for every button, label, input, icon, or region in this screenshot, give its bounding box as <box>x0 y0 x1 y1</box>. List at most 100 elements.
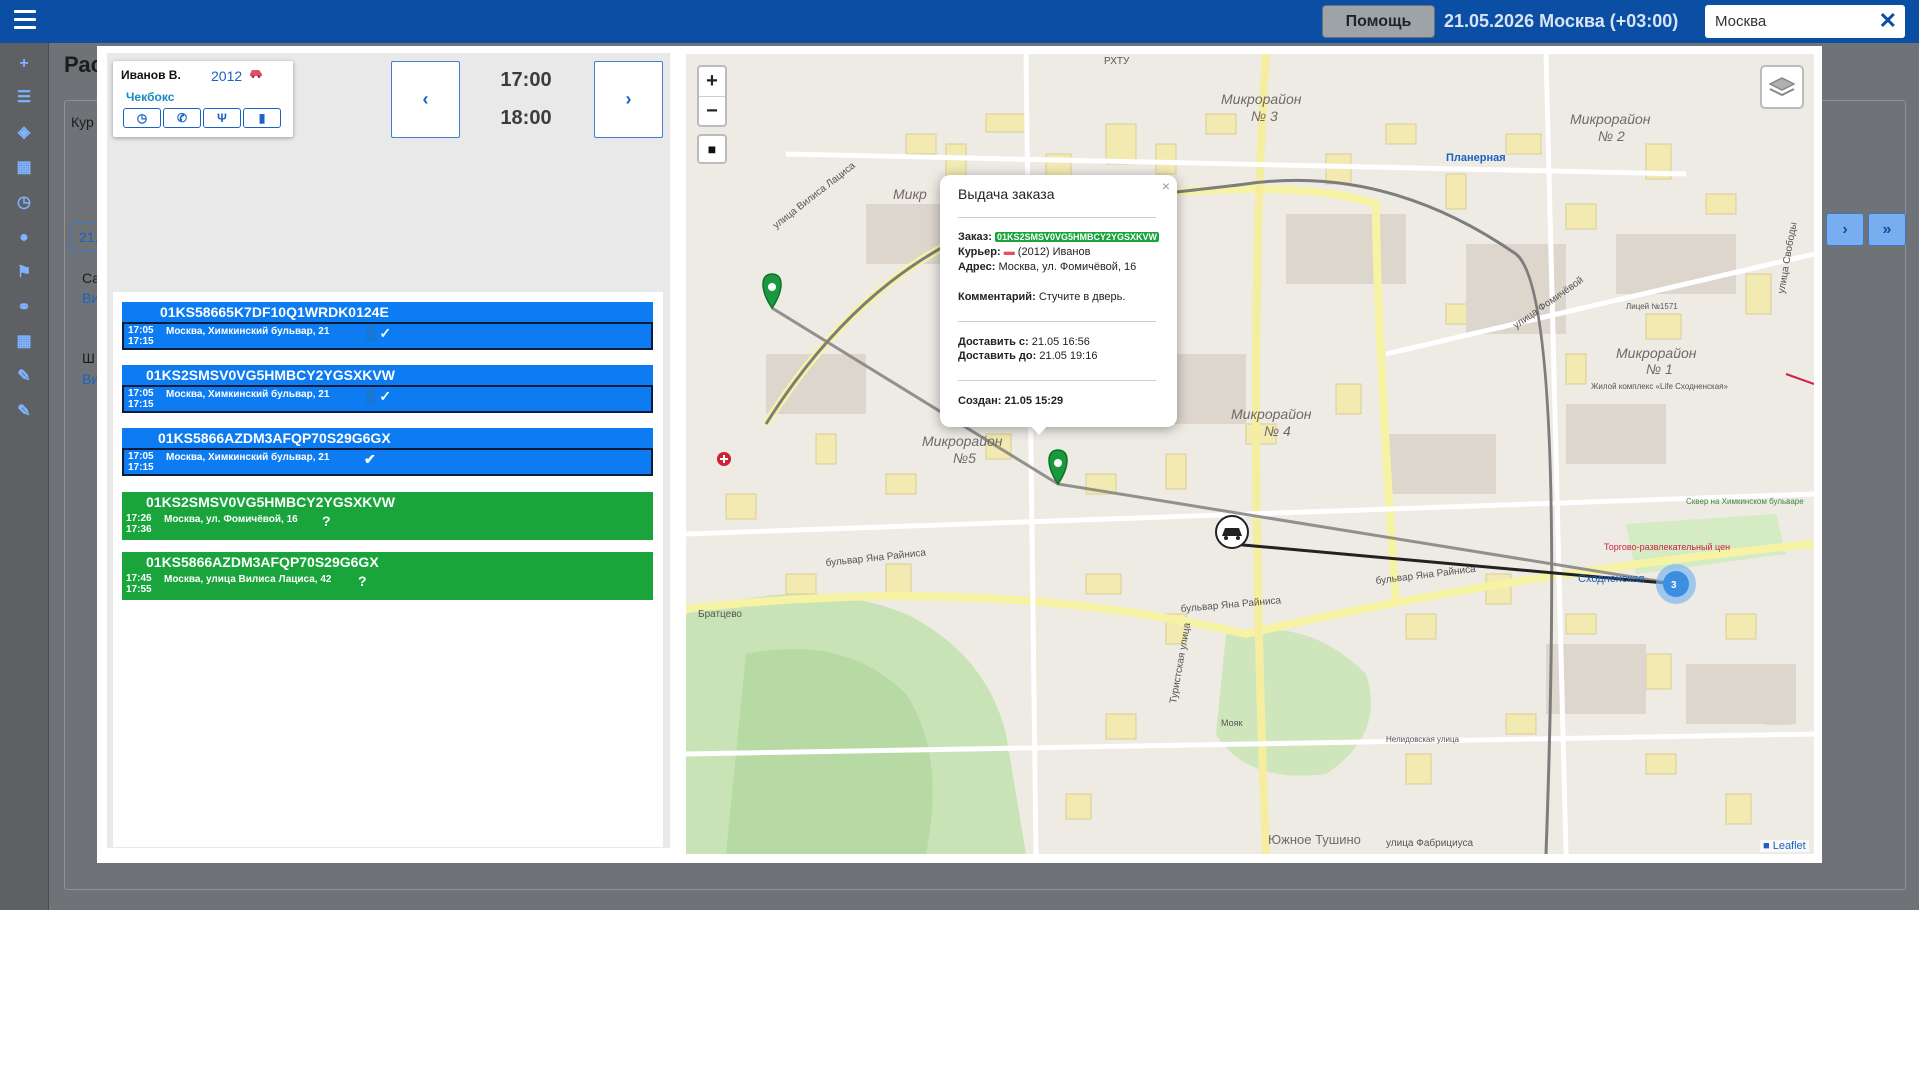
food-button[interactable]: Ψ <box>203 108 241 128</box>
popup-title: Выдача заказа <box>958 186 1055 202</box>
date-filter-label: 21. <box>79 229 99 245</box>
group-icon[interactable]: ⚭ <box>12 296 36 320</box>
courier-filter-label: Кур <box>71 114 94 130</box>
metro-label: Сходненская <box>1578 573 1645 585</box>
poi-label: Жилой комплекс «Life Сходненская» <box>1591 382 1728 391</box>
brush-icon[interactable]: ✎ <box>12 365 36 389</box>
popup-comment-value: Стучите в дверь. <box>1038 291 1126 303</box>
courier-number: 2012 <box>211 68 243 84</box>
popup-deliver-to-value: 21.05 19:16 <box>1039 350 1098 362</box>
order-time-to: 17:55 <box>126 584 152 595</box>
last-page-button[interactable]: » <box>1868 213 1906 246</box>
order-details: 17:26 17:36 Москва, ул. Фомичёвой, 16 ? <box>122 512 653 540</box>
timeslot-from: 17:00 <box>500 69 552 91</box>
stop-button[interactable]: ■ <box>697 134 727 164</box>
order-details: 17:05 17:15 Москва, Химкинский бульвар, 2… <box>122 322 653 350</box>
order-times: 17:05 17:15 <box>128 451 154 473</box>
street-label: Братцево <box>698 609 742 620</box>
order-id: 01KS2SMSV0VG5HMBCY2YGSXKVW <box>122 365 653 385</box>
order-time-from: 17:05 <box>128 388 154 399</box>
list-item[interactable]: 01KS5866AZDM3AFQP70S29G6GX 17:45 17:55 Мо… <box>122 552 653 600</box>
next-page-button[interactable]: › <box>1826 213 1864 246</box>
left-nav: + ☰ ◈ ▦ ◷ ● ⚑ ⚭ ▦ ✎ ✎ <box>0 43 49 910</box>
question-icon: ? <box>358 573 367 589</box>
car-icon: ▬ <box>1003 246 1015 258</box>
map-attribution[interactable]: ■ Leaflet <box>1760 840 1809 852</box>
leaflet-link[interactable]: Leaflet <box>1773 840 1806 852</box>
grid-icon[interactable]: ▦ <box>12 330 36 354</box>
order-time-to: 17:15 <box>128 399 154 410</box>
popup-tip <box>1030 425 1048 435</box>
order-times: 17:26 17:36 <box>126 513 152 535</box>
zoom-out-button[interactable]: − <box>699 96 725 125</box>
order-time-to: 17:15 <box>128 336 154 347</box>
popup-address-value: Москва, ул. Фомичёвой, 16 <box>998 261 1137 273</box>
order-time-from: 17:26 <box>126 513 152 524</box>
order-time-from: 17:45 <box>126 573 152 584</box>
popup-order-label: Заказ: <box>958 231 992 243</box>
courier-name: Иванов В. <box>121 68 181 82</box>
car-icon <box>250 70 262 78</box>
user-icon[interactable]: ● <box>12 226 36 250</box>
order-time-from: 17:05 <box>128 451 154 462</box>
district-label: Микрорайон <box>1231 406 1312 422</box>
list-item[interactable]: 01KS5866AZDM3AFQP70S29G6GX 17:05 17:15 Мо… <box>122 428 653 476</box>
order-id: 01KS5866AZDM3AFQP70S29G6GX <box>122 428 653 448</box>
poi-label: РХТУ <box>1104 56 1130 67</box>
popup-close-button[interactable]: × <box>1162 178 1170 194</box>
brush-alt-icon[interactable]: ✎ <box>12 400 36 424</box>
order-details: 17:05 17:15 Москва, Химкинский бульвар, 2… <box>122 385 653 413</box>
clock-icon: ◷ <box>136 111 148 125</box>
popup-courier-label: Курьер: <box>958 246 1001 258</box>
popup-deliver-from-label: Доставить с: <box>958 336 1029 348</box>
order-id: 01KS2SMSV0VG5HMBCY2YGSXKVW <box>122 492 653 512</box>
zoom-in-button[interactable]: + <box>699 67 725 96</box>
list-item[interactable]: 01KS58665K7DF10Q1WRDK0124E 17:05 17:15 Мо… <box>122 302 653 350</box>
clear-icon[interactable]: ✕ <box>1879 10 1897 32</box>
clock-icon[interactable]: ◷ <box>12 191 36 215</box>
popup-courier-row: Курьер: ▬ (2012) Иванов <box>958 246 1090 258</box>
order-popup: × Выдача заказа Заказ: 01KS2SMSV0VG5HMBC… <box>940 175 1177 427</box>
help-button[interactable]: Помощь <box>1322 5 1435 38</box>
menu-icon[interactable] <box>14 10 36 32</box>
add-icon[interactable]: + <box>12 52 36 76</box>
order-times: 17:05 17:15 <box>128 325 154 347</box>
user-check-icon: 👤✓ <box>362 325 392 341</box>
street-label: улица Фабрициуса <box>1386 837 1474 849</box>
prev-timeslot-button[interactable]: ‹ <box>391 61 460 138</box>
courier-card[interactable]: Иванов В. 2012 Чекбокс ◷ ✆ Ψ ▮ <box>113 61 293 137</box>
city-search: ✕ <box>1705 5 1905 38</box>
order-address: Москва, ул. Фомичёвой, 16 <box>164 514 298 525</box>
district-label: № 4 <box>1264 423 1291 439</box>
street-label: Нелидовская улица <box>1386 735 1460 744</box>
popup-courier-value: (2012) Иванов <box>1017 246 1091 258</box>
check-circle-icon: ✔ <box>364 451 376 467</box>
bg-row-2-label: Ш <box>82 350 95 366</box>
order-address: Москва, Химкинский бульвар, 21 <box>166 452 330 463</box>
flag-icon[interactable]: ⚑ <box>12 261 36 285</box>
order-address: Москва, Химкинский бульвар, 21 <box>166 389 330 400</box>
layers-control[interactable] <box>1760 65 1804 109</box>
food-icon: Ψ <box>217 111 227 125</box>
phone-button[interactable]: ✆ <box>163 108 201 128</box>
list-icon[interactable]: ☰ <box>12 86 36 110</box>
list-item[interactable]: 01KS2SMSV0VG5HMBCY2YGSXKVW 17:05 17:15 Мо… <box>122 365 653 413</box>
table-icon[interactable]: ▦ <box>12 156 36 180</box>
district-label: Южное Тушино <box>1268 832 1361 847</box>
popup-divider <box>958 217 1156 218</box>
timeslot-to: 18:00 <box>500 107 552 129</box>
popup-created: Создан: 21.05 15:29 <box>958 395 1064 407</box>
clock-button[interactable]: ◷ <box>123 108 161 128</box>
popup-order-id: 01KS2SMSV0VG5HMBCY2YGSXKVW <box>994 232 1160 242</box>
layers-icon[interactable]: ◈ <box>12 121 36 145</box>
map-view[interactable]: Планерная Микрорайон № 3 Микрорайон № 2 … <box>686 54 1814 854</box>
signal-button[interactable]: ▮ <box>243 108 281 128</box>
city-search-input[interactable] <box>1705 5 1875 38</box>
car-marker-icon <box>1215 515 1249 549</box>
order-address: Москва, Химкинский бульвар, 21 <box>166 326 330 337</box>
order-times: 17:05 17:15 <box>128 388 154 410</box>
next-timeslot-button[interactable]: › <box>594 61 663 138</box>
list-item[interactable]: 01KS2SMSV0VG5HMBCY2YGSXKVW 17:26 17:36 Мо… <box>122 492 653 540</box>
popup-deliver-to-label: Доставить до: <box>958 350 1037 362</box>
poi-label: Лицей №1571 <box>1626 302 1678 311</box>
